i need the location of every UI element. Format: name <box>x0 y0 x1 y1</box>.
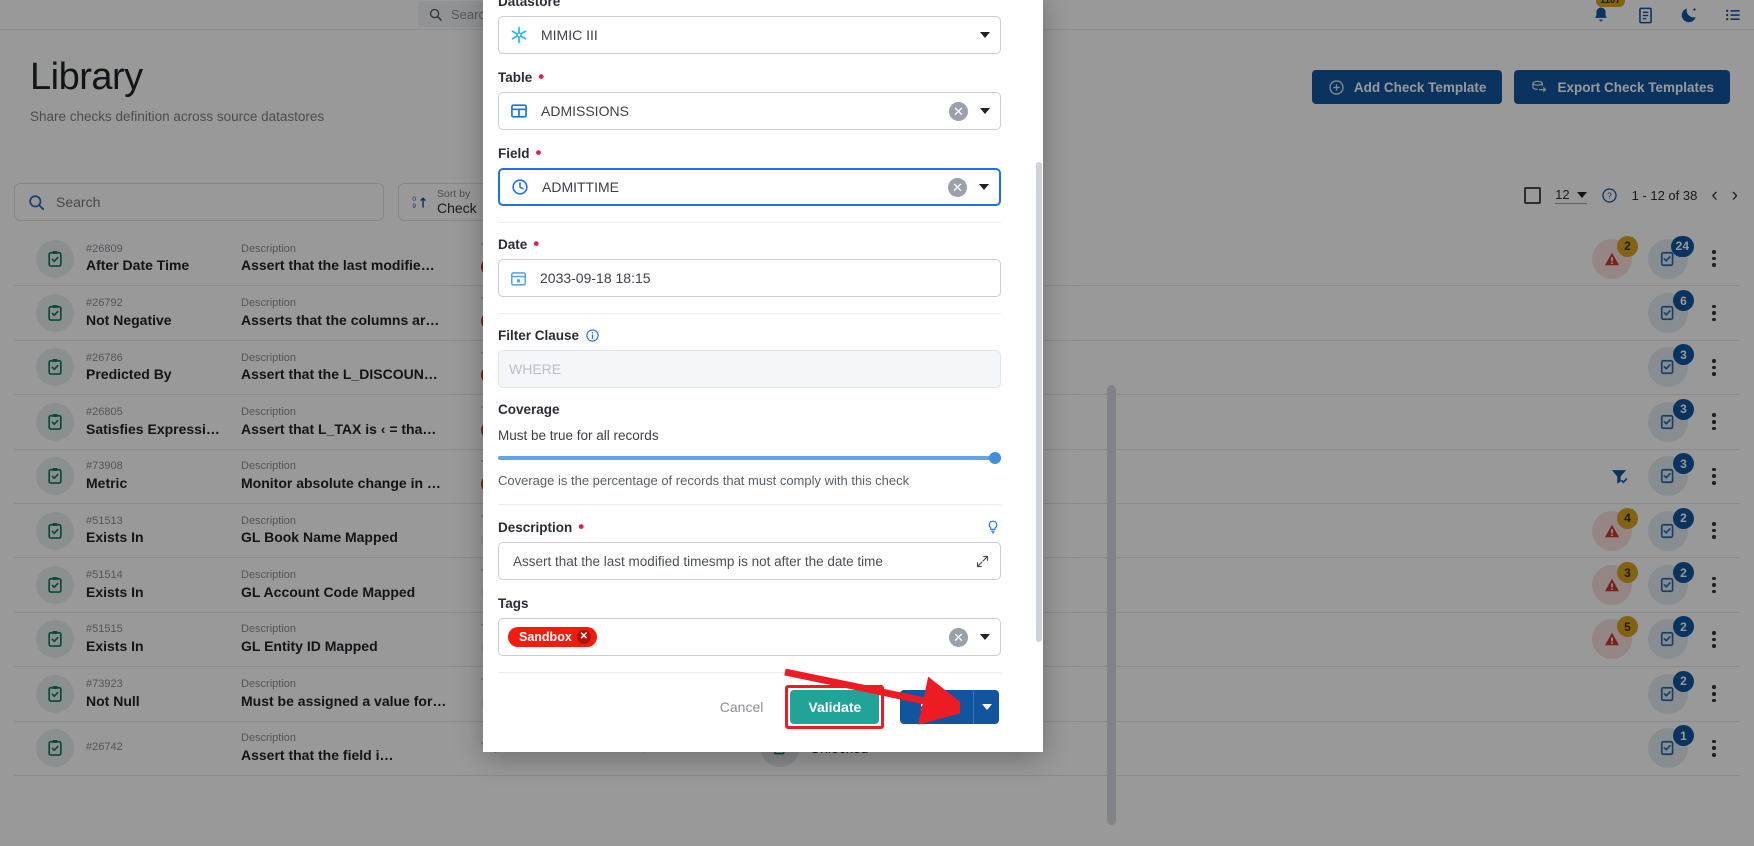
divider <box>498 222 1001 223</box>
date-input[interactable]: 2033-09-18 18:15 <box>498 259 1001 297</box>
coverage-label: Coverage <box>498 402 560 417</box>
chevron-down-icon <box>980 32 990 38</box>
table-value: ADMISSIONS <box>541 103 629 119</box>
filter-clause-field: Filter Clause WHERE <box>498 328 1001 388</box>
expand-icon[interactable] <box>975 554 990 569</box>
filter-clause-input[interactable]: WHERE <box>498 350 1001 388</box>
modal-form: Datastore MIMIC III Table • ADMISSIONS ✕… <box>483 0 1043 678</box>
date-label: Date • <box>498 234 540 254</box>
chevron-down-icon <box>980 634 990 640</box>
description-value: Assert that the last modified timesmp is… <box>513 553 883 569</box>
coverage-slider[interactable] <box>498 451 1001 465</box>
description-label-row: Description • <box>498 516 1001 536</box>
datastore-value: MIMIC III <box>541 27 598 43</box>
save-options-button[interactable] <box>973 690 999 724</box>
clear-tags-button[interactable]: ✕ <box>949 627 968 647</box>
required-marker: • <box>578 516 585 536</box>
coverage-note: Must be true for all records <box>498 428 659 443</box>
tags-select[interactable]: Sandbox ✕ ✕ <box>498 618 1001 656</box>
filter-clause-label: Filter Clause <box>498 328 1001 343</box>
description-input[interactable]: Assert that the last modified timesmp is… <box>498 542 1001 580</box>
tag-chip-label: Sandbox <box>519 630 572 644</box>
chevron-down-icon <box>981 704 992 710</box>
coverage-slider-knob[interactable] <box>989 452 1001 464</box>
annotation-arrow <box>784 668 960 725</box>
calendar-icon <box>510 271 527 286</box>
description-label: Description <box>498 519 573 535</box>
tags-field: Tags Sandbox ✕ ✕ <box>498 596 1001 656</box>
clear-field-button[interactable]: ✕ <box>948 177 967 197</box>
field-field: Field • ADMITTIME ✕ <box>498 143 1001 206</box>
description-field: Description • Assert that the last modifi… <box>498 516 1001 580</box>
table-label: Table • <box>498 67 545 87</box>
datastore-label: Datastore <box>498 0 561 9</box>
divider <box>498 313 1001 314</box>
modal-scrollbar[interactable] <box>1036 162 1042 642</box>
field-select[interactable]: ADMITTIME ✕ <box>498 168 1001 206</box>
field-value: ADMITTIME <box>542 179 619 195</box>
field-label: Field • <box>498 143 542 163</box>
filter-clause-placeholder: WHERE <box>509 361 562 377</box>
chevron-down-icon <box>980 108 990 114</box>
cancel-button[interactable]: Cancel <box>714 698 770 716</box>
table-icon <box>511 104 527 118</box>
edit-check-modal: Datastore MIMIC III Table • ADMISSIONS ✕… <box>483 0 1043 752</box>
required-marker: • <box>535 143 542 163</box>
required-marker: • <box>533 234 540 254</box>
lightbulb-icon[interactable] <box>985 519 1001 535</box>
snowflake-icon <box>511 26 527 44</box>
info-icon[interactable] <box>585 328 600 343</box>
table-select[interactable]: ADMISSIONS ✕ <box>498 92 1001 130</box>
date-value: 2033-09-18 18:15 <box>540 270 651 286</box>
remove-tag-icon[interactable]: ✕ <box>576 630 591 644</box>
coverage-help: Coverage is the percentage of records th… <box>498 473 910 488</box>
datastore-field: Datastore MIMIC III <box>498 0 1001 54</box>
tag-chip[interactable]: Sandbox ✕ <box>508 627 597 647</box>
date-field: Date • 2033-09-18 18:15 <box>498 234 1001 297</box>
coverage-field: Coverage Must be true for all records Co… <box>498 402 1001 488</box>
coverage-slider-track <box>498 456 1001 460</box>
datastore-select[interactable]: MIMIC III <box>498 16 1001 54</box>
clock-icon <box>512 179 528 195</box>
table-field: Table • ADMISSIONS ✕ <box>498 67 1001 130</box>
tag-chip-list: Sandbox ✕ <box>508 627 937 647</box>
tags-label: Tags <box>498 596 529 611</box>
required-marker: • <box>538 67 545 87</box>
chevron-down-icon <box>979 184 989 190</box>
divider <box>498 504 1001 505</box>
clear-table-button[interactable]: ✕ <box>949 101 968 121</box>
